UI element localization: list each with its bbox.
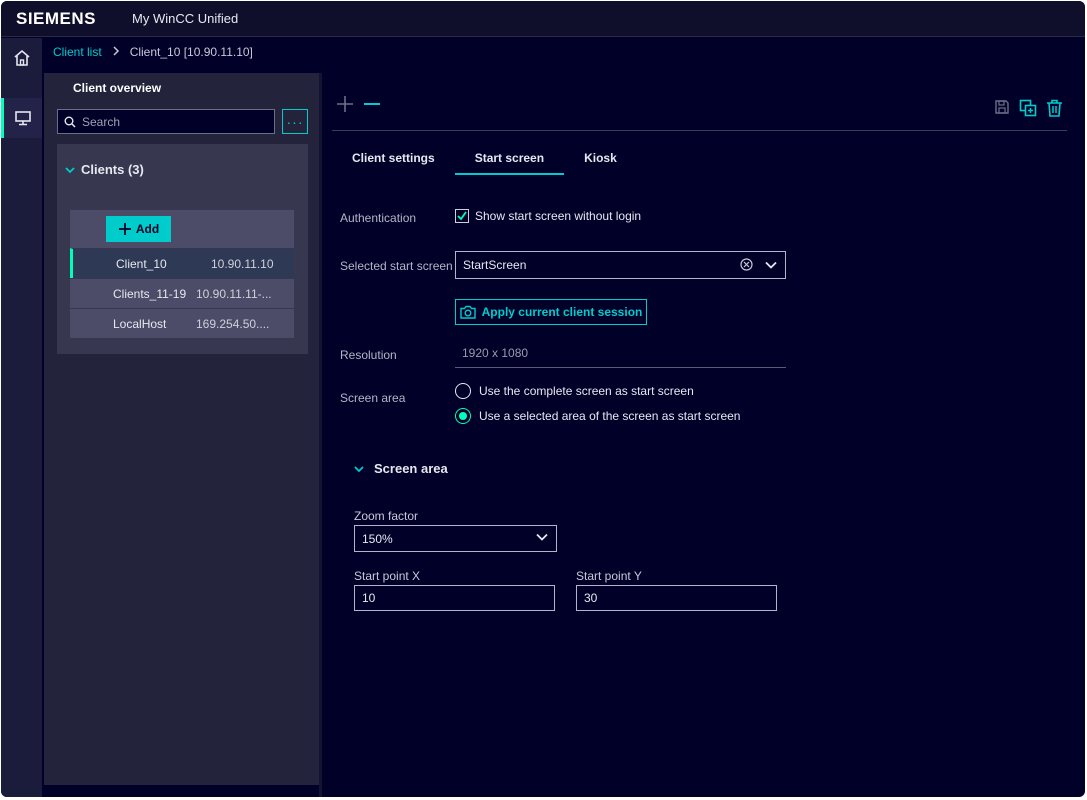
rail-home-button[interactable]	[1, 38, 42, 78]
search-box	[57, 109, 275, 134]
clients-list-toolbar: Add	[70, 210, 294, 248]
start-screen-select[interactable]: StartScreen	[455, 251, 786, 279]
client-overview-title: Client overview	[73, 81, 162, 95]
clients-list: Add Client_10 10.90.11.10 Clients_11-19 …	[70, 210, 294, 338]
selected-start-screen-label: Selected start screen	[340, 259, 453, 273]
authentication-label: Authentication	[340, 211, 417, 225]
plus-icon	[118, 223, 131, 235]
start-point-x-label: Start point X	[354, 569, 421, 583]
chevron-down-icon	[65, 166, 75, 173]
apply-client-session-button[interactable]: Apply current client session	[455, 299, 647, 325]
tab-bar: Client settings Start screen Kiosk	[332, 143, 637, 175]
client-name: Client_10	[116, 256, 167, 271]
chevron-down-icon[interactable]	[765, 261, 777, 269]
breadcrumb-client-list-link[interactable]: Client list	[53, 45, 102, 59]
client-row[interactable]: Client_10 10.90.11.10	[70, 248, 294, 278]
client-ip: 169.254.50....	[196, 316, 270, 331]
tab-start-screen[interactable]: Start screen	[454, 143, 565, 175]
zoom-factor-label: Zoom factor	[354, 509, 419, 523]
remove-icon[interactable]	[363, 95, 381, 113]
start-point-x-value: 10	[362, 591, 376, 605]
add-client-label: Add	[135, 222, 160, 236]
resolution-underline	[455, 367, 786, 368]
client-name: Clients_11-19	[113, 286, 187, 301]
resolution-label: Resolution	[340, 348, 397, 362]
chevron-right-icon	[112, 45, 120, 59]
app-title: My WinCC Unified	[132, 11, 239, 26]
client-detail-panel: Client settings Start screen Kiosk Authe…	[322, 73, 1085, 797]
tab-kiosk[interactable]: Kiosk	[564, 143, 637, 173]
start-point-y-label: Start point Y	[576, 569, 642, 583]
client-ip: 10.90.11.10	[211, 256, 274, 271]
monitor-icon	[15, 111, 31, 126]
chevron-down-icon	[354, 465, 364, 472]
client-row[interactable]: Clients_11-19 10.90.11.11-...	[70, 278, 294, 308]
show-without-login-checkbox[interactable]	[455, 209, 469, 223]
resolution-value: 1920 x 1080	[462, 346, 529, 360]
start-point-y-input[interactable]: 30	[576, 585, 777, 611]
selected-area-label: Use a selected area of the screen as sta…	[479, 409, 741, 423]
complete-screen-label: Use the complete screen as start screen	[479, 384, 694, 398]
search-icon	[64, 116, 76, 128]
start-point-y-value: 30	[584, 591, 598, 605]
zoom-factor-select[interactable]: 150%	[354, 525, 557, 552]
clear-icon[interactable]	[740, 258, 753, 271]
camera-icon	[459, 305, 476, 319]
selected-area-option[interactable]: Use a selected area of the screen as sta…	[455, 408, 740, 424]
add-client-button[interactable]: Add	[106, 216, 171, 242]
breadcrumb-current: Client_10 [10.90.11.10]	[129, 45, 253, 59]
selected-area-radio[interactable]	[455, 408, 471, 424]
zoom-factor-value: 150%	[362, 531, 393, 546]
start-point-x-input[interactable]: 10	[354, 585, 555, 611]
checkmark-icon	[457, 211, 467, 221]
client-name: LocalHost	[113, 316, 167, 331]
rail-clients-button[interactable]	[1, 98, 42, 138]
top-bar: SIEMENS My WinCC Unified	[1, 1, 1085, 37]
client-ip: 10.90.11.11-...	[196, 286, 272, 301]
complete-screen-radio[interactable]	[455, 383, 471, 399]
home-icon	[13, 49, 30, 66]
search-input[interactable]	[82, 114, 262, 129]
client-overview-panel: Client overview ··· Clients (3)	[44, 73, 319, 785]
screen-area-section-header[interactable]: Screen area	[354, 461, 448, 476]
chevron-down-icon	[536, 533, 548, 541]
show-without-login-label: Show start screen without login	[475, 209, 642, 223]
add-icon[interactable]	[336, 95, 354, 113]
client-row[interactable]: LocalHost 169.254.50....	[70, 308, 294, 338]
delete-icon[interactable]	[1046, 99, 1063, 117]
clients-group-title: Clients (3)	[81, 162, 144, 177]
breadcrumb: Client list Client_10 [10.90.11.10]	[53, 45, 253, 59]
start-screen-value: StartScreen	[463, 258, 527, 272]
clients-group-header[interactable]: Clients (3)	[65, 162, 144, 177]
left-rail	[1, 38, 42, 797]
screen-area-label: Screen area	[340, 391, 406, 405]
clients-group: Clients (3) Add Client_10 10.90.11.10 Cl…	[57, 144, 308, 354]
duplicate-icon[interactable]	[1019, 99, 1037, 117]
more-options-button[interactable]: ···	[282, 109, 308, 134]
toolbar-divider	[332, 130, 1067, 131]
complete-screen-option[interactable]: Use the complete screen as start screen	[455, 383, 694, 399]
app-window: SIEMENS My WinCC Unified Client list Cli…	[1, 1, 1085, 797]
save-icon[interactable]	[994, 99, 1010, 115]
screen-area-section-title: Screen area	[374, 461, 448, 476]
siemens-logo: SIEMENS	[16, 9, 97, 28]
show-without-login-option[interactable]: Show start screen without login	[455, 209, 641, 223]
tab-client-settings[interactable]: Client settings	[332, 143, 455, 173]
apply-client-session-label: Apply current client session	[481, 305, 643, 319]
